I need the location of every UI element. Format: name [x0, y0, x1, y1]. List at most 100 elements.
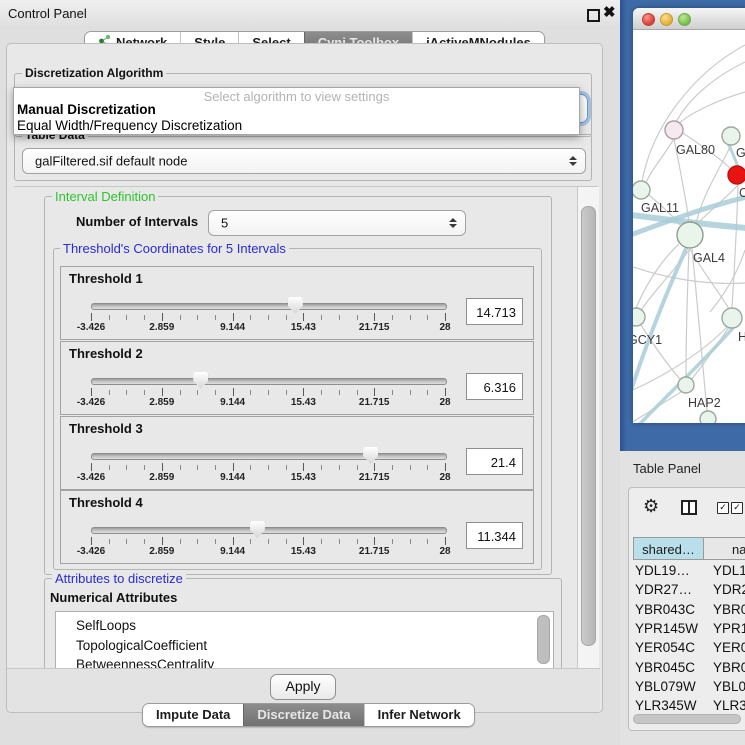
slider-tick: [250, 315, 251, 320]
column-checkbox-icon[interactable]: ✓: [731, 502, 743, 514]
attributes-list-scrollbar-thumb[interactable]: [537, 615, 550, 664]
threshold-value-field[interactable]: 6.316: [466, 373, 523, 400]
threshold-slider-track[interactable]: [91, 303, 447, 310]
network-node-h[interactable]: [722, 308, 742, 328]
column-checkbox-icon[interactable]: ✓: [717, 502, 729, 514]
slider-tick: [339, 390, 340, 395]
slider-tick: [339, 315, 340, 320]
network-node-gal80[interactable]: [665, 121, 683, 139]
table-row[interactable]: YDL19…YDL1: [633, 561, 745, 580]
numerical-attributes-list[interactable]: SelfLoopsTopologicalCoefficientBetweenne…: [55, 611, 554, 670]
threshold-slider-track[interactable]: [91, 453, 447, 460]
zoom-traffic-light-icon[interactable]: [678, 13, 691, 26]
slider-tick: [357, 465, 358, 470]
tab-infer-network[interactable]: Infer Network: [364, 704, 474, 726]
table-settings-gear-icon[interactable]: ⚙: [643, 496, 659, 517]
threshold-slider-track[interactable]: [91, 378, 447, 385]
table-row[interactable]: YBR043CYBR0: [633, 600, 745, 619]
scroll-area-divider: [14, 186, 598, 187]
slider-tick-label: 21.715: [359, 322, 390, 333]
float-window-icon[interactable]: [587, 9, 600, 22]
tab-discretize-data[interactable]: Discretize Data: [243, 704, 363, 726]
slider-tick-label: -3.426: [77, 472, 105, 483]
table-row[interactable]: YDR27…YDR2: [633, 580, 745, 599]
slider-tick: [427, 539, 428, 544]
minimize-traffic-light-icon[interactable]: [660, 13, 673, 26]
tab-label: Infer Network: [378, 704, 461, 726]
network-node-hap2[interactable]: [678, 377, 694, 393]
slider-tick: [286, 390, 287, 395]
slider-tick-label: 21.715: [359, 472, 390, 483]
table-row[interactable]: YBL079WYBL0: [633, 677, 745, 696]
slider-tick-label: 15.43: [291, 472, 316, 483]
threshold-slider-thumb[interactable]: [288, 297, 303, 314]
network-node-ga[interactable]: [722, 127, 740, 145]
slider-tick: [197, 465, 198, 470]
network-edge[interactable]: [678, 92, 745, 124]
table-row[interactable]: YPR145WYPR1: [633, 619, 745, 638]
slider-tick: [410, 539, 411, 544]
attribute-item-topologicalcoefficient[interactable]: TopologicalCoefficient: [76, 636, 207, 655]
attribute-item-selfloops[interactable]: SelfLoops: [76, 616, 136, 635]
slider-tick: [233, 537, 234, 545]
settings-scrollbar-track[interactable]: [577, 187, 599, 668]
number-of-intervals-combo[interactable]: 5: [208, 210, 466, 236]
number-of-intervals-label: Number of Intervals: [76, 214, 198, 229]
table-row[interactable]: YBR045CYBR0: [633, 658, 745, 677]
slider-tick: [162, 313, 163, 321]
split-columns-icon[interactable]: [681, 500, 697, 515]
cell-name: YBR0: [713, 658, 745, 677]
menu-item-manual-discretization[interactable]: Manual Discretization: [17, 102, 156, 117]
threshold-value-field[interactable]: 11.344: [466, 522, 523, 549]
network-node-gal11[interactable]: [633, 181, 650, 199]
settings-scrollbar-thumb[interactable]: [581, 206, 596, 646]
threshold-slider-thumb[interactable]: [193, 372, 208, 389]
column-header-shared[interactable]: shared…: [633, 537, 704, 560]
threshold-value-field[interactable]: 14.713: [466, 298, 523, 325]
apply-button[interactable]: Apply: [270, 674, 336, 700]
close-icon[interactable]: ✖: [603, 3, 616, 21]
network-node-gcy1[interactable]: [633, 308, 645, 326]
network-node[interactable]: [700, 411, 716, 423]
network-edge[interactable]: [646, 139, 674, 183]
table-rows: YDL19…YDL1YDR27…YDR2YBR043CYBR0YPR145WYP…: [633, 561, 745, 713]
column-header-name[interactable]: na: [703, 537, 745, 560]
slider-tick: [215, 315, 216, 320]
slider-tick: [91, 463, 92, 471]
slider-tick-label: 15.43: [291, 397, 316, 408]
slider-tick: [339, 539, 340, 544]
network-edge[interactable]: [686, 249, 689, 377]
network-node-c[interactable]: [728, 166, 745, 184]
tab-label: Impute Data: [156, 704, 230, 726]
slider-tick: [303, 537, 304, 545]
screen: Control Panel ✖ NetworkStyleSelectCyni T…: [0, 0, 745, 745]
slider-tick: [427, 390, 428, 395]
slider-tick-label: 2.859: [149, 546, 174, 557]
slider-tick: [180, 539, 181, 544]
threshold-slider-track[interactable]: [91, 527, 447, 534]
cell-shared-name: YDR27…: [635, 580, 692, 599]
menu-item-equal-width-frequency[interactable]: Equal Width/Frequency Discretization: [17, 118, 242, 133]
slider-tick: [180, 390, 181, 395]
network-node-label: GAL4: [693, 251, 725, 265]
table-horizontal-scrollbar[interactable]: [633, 714, 741, 724]
slider-tick-label: 28: [439, 546, 450, 557]
table-row[interactable]: YLR345WYLR3: [633, 696, 745, 713]
slider-tick: [445, 313, 446, 321]
threshold-slider-thumb[interactable]: [250, 521, 265, 538]
slider-tick: [445, 537, 446, 545]
tab-impute-data[interactable]: Impute Data: [143, 704, 243, 726]
table-data-combo[interactable]: galFiltered.sif default node: [22, 148, 586, 174]
tab-label: Discretize Data: [257, 704, 350, 726]
slider-tick: [427, 315, 428, 320]
table-row[interactable]: YER054CYER0: [633, 638, 745, 657]
threshold-label: Threshold 1: [69, 271, 143, 286]
network-node-gal4[interactable]: [677, 222, 703, 248]
table-panel-region: Table Panel ⚙ ✓ ✓ shared… na YDL19…YDL1Y…: [620, 451, 745, 745]
network-node-label: HAP2: [688, 396, 721, 410]
threshold-slider-thumb[interactable]: [363, 447, 378, 464]
network-canvas[interactable]: GAL80GACGAL11GAL4GCY1HHAP2: [633, 30, 745, 423]
slider-tick: [126, 539, 127, 544]
close-traffic-light-icon[interactable]: [642, 13, 655, 26]
threshold-value-field[interactable]: 21.4: [466, 448, 523, 475]
